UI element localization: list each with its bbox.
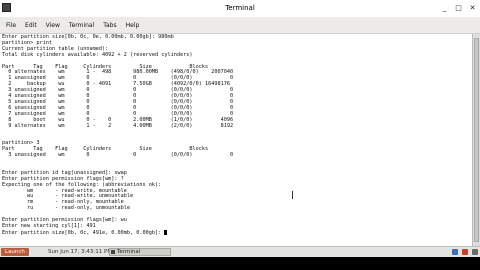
taskbar: Launch Sun Jun 17, 3:43:11 PM Terminal [0, 246, 480, 257]
terminal-scrollbar[interactable] [472, 34, 480, 246]
taskbar-terminal-label: Terminal [117, 249, 141, 255]
menu-terminal[interactable]: Terminal [67, 22, 96, 29]
taskbar-terminal-task[interactable]: Terminal [109, 248, 171, 256]
menu-edit[interactable]: Edit [23, 22, 39, 29]
menu-file[interactable]: File [4, 22, 18, 29]
window-titlebar[interactable]: Terminal _ □ ✕ [0, 0, 480, 17]
window-title: Terminal [225, 4, 255, 12]
terminal-line: 9 alternates wm 1 - 2 4.00MB (2/0/0) 819… [2, 122, 234, 129]
scrollbar-thumb[interactable] [474, 38, 479, 242]
volume-icon[interactable] [472, 249, 478, 255]
update-icon[interactable] [462, 249, 468, 255]
text-cursor [164, 229, 168, 235]
terminal-line: Total disk cylinders available: 4092 + 2… [2, 51, 193, 58]
mouse-ibeam-cursor-icon [292, 191, 295, 199]
terminal-task-icon [111, 250, 115, 254]
terminal-line: ru - read-only, unmountable [2, 205, 131, 212]
launch-button[interactable]: Launch [1, 248, 29, 256]
terminal-line: 3 unassigned wm 0 0 (0/0/0) 0 [2, 152, 234, 159]
terminal-output[interactable]: Enter partition size[0b, 0c, 0e, 0.00mb,… [0, 34, 472, 246]
menu-help[interactable]: Help [124, 22, 142, 29]
terminal-line: Enter partition size[0b, 0c, 491e, 0.00m… [2, 229, 165, 236]
screen-bottom-border [0, 257, 480, 270]
close-icon[interactable]: ✕ [467, 3, 478, 13]
terminal-line: Enter new starting cyl[1]: 491 [2, 223, 96, 229]
system-tray [452, 248, 478, 256]
minimize-icon[interactable]: _ [439, 3, 450, 13]
maximize-icon[interactable]: □ [453, 3, 464, 13]
window-controls: _ □ ✕ [439, 3, 478, 13]
network-icon[interactable] [452, 249, 458, 255]
menu-bar: File Edit View Terminal Tabs Help [0, 17, 480, 34]
terminal-text: Enter partition size[0b, 0c, 0e, 0.00mb,… [0, 34, 472, 237]
menu-view[interactable]: View [44, 22, 62, 29]
taskbar-clock: Sun Jun 17, 3:43:11 PM [48, 249, 113, 255]
menu-tabs[interactable]: Tabs [101, 22, 118, 29]
